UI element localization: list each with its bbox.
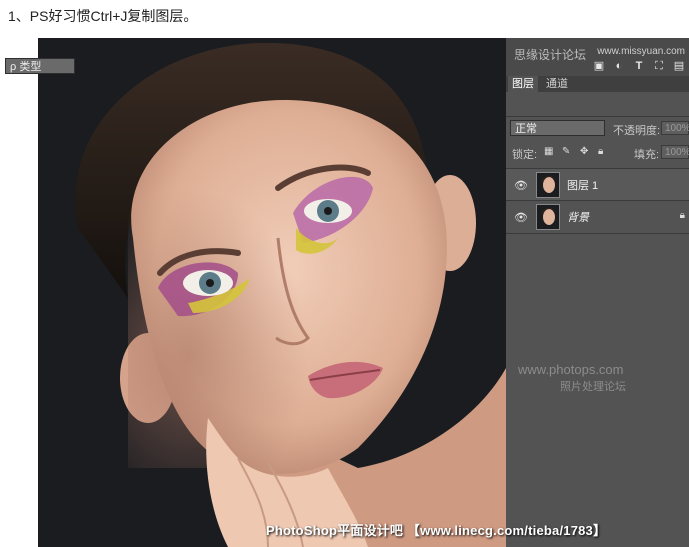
layer-filter-select[interactable]: ρ 类型 — [5, 58, 75, 74]
panel-tabs: 图层 通道 — [506, 76, 689, 92]
lock-icon: 🔒︎ — [679, 210, 685, 221]
tab-layers[interactable]: 图层 — [508, 76, 538, 92]
smart-object-filter-icon[interactable]: ▤ — [672, 59, 686, 73]
image-filter-icon[interactable]: ▣ — [592, 59, 606, 73]
blend-mode-select[interactable]: 正常 — [510, 120, 605, 136]
watermark-url: www.photops.com — [518, 362, 624, 377]
layer-row[interactable]: 👁︎ 背景 🔒︎ — [506, 200, 689, 233]
lock-image-icon[interactable]: ✎ — [562, 146, 570, 157]
layers-panel: 思缘设计论坛 www.missyuan.com 图层 通道 — [506, 38, 689, 547]
opacity-label: 不透明度: — [613, 125, 661, 137]
layer-name[interactable]: 图层 1 — [567, 177, 598, 193]
lock-label: 锁定: — [512, 149, 538, 161]
site-name: 思缘设计论坛 — [514, 48, 587, 62]
credit-watermark: PhotoShop平面设计吧 【www.linecg.com/tieba/178… — [266, 523, 607, 538]
layer-row[interactable]: 👁︎ 图层 1 — [506, 168, 689, 201]
type-filter-icon[interactable]: T — [632, 59, 646, 73]
shape-filter-icon[interactable]: ⛶ — [652, 59, 666, 73]
photo-canvas[interactable] — [38, 38, 506, 547]
adjustment-filter-icon[interactable]: ◐ — [612, 59, 626, 73]
layer-thumbnail — [536, 172, 560, 198]
lock-transparent-icon[interactable]: ▦ — [544, 146, 553, 157]
opacity-input[interactable]: 100% — [661, 121, 689, 135]
panel-divider — [506, 233, 689, 234]
fill-label: 填充: — [634, 149, 660, 161]
fill-input[interactable]: 100% — [661, 145, 689, 159]
panel-divider — [506, 116, 689, 117]
watermark-text: 照片处理论坛 — [560, 381, 626, 393]
tab-channels[interactable]: 通道 — [542, 76, 572, 92]
portrait-image — [38, 38, 506, 547]
lock-all-icon[interactable]: 🔒︎ — [598, 146, 603, 157]
lock-position-icon[interactable]: ✥ — [580, 146, 588, 157]
eye-icon[interactable]: 👁︎ — [514, 179, 528, 192]
step-caption: 1、PS好习惯Ctrl+J复制图层。 — [8, 8, 198, 24]
layer-thumbnail — [536, 204, 560, 230]
layer-name[interactable]: 背景 — [567, 209, 589, 225]
site-url: www.missyuan.com — [597, 46, 685, 57]
eye-icon[interactable]: 👁︎ — [514, 211, 528, 224]
